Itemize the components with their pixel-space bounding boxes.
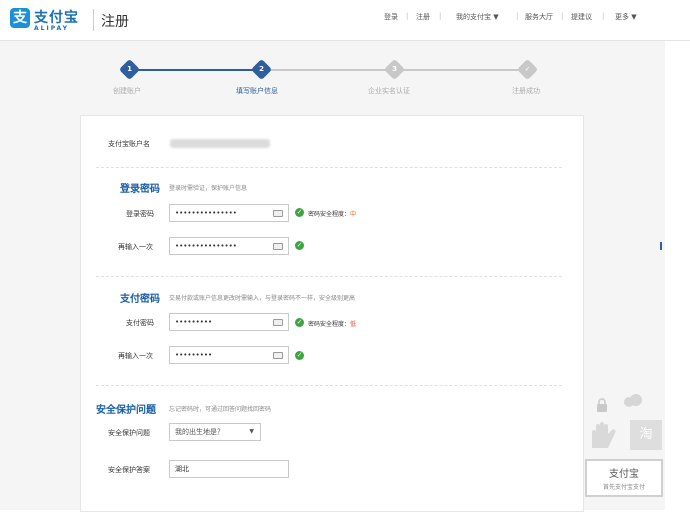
section-divider	[96, 385, 562, 386]
nav-separator: |	[561, 12, 564, 20]
account-name-label: 支付宝账户名	[108, 140, 150, 148]
step-connector	[137, 69, 254, 71]
login-password-label: 登录密码	[126, 210, 154, 218]
nav-login-link[interactable]: 登录	[384, 12, 398, 22]
step-3-label: 企业实名认证	[368, 87, 410, 95]
nav-more-menu[interactable]: 更多 ▼	[615, 12, 637, 22]
strength-text: 密码安全程度：	[308, 321, 351, 328]
pay-password-hint: 交易付款或账户信息更改时需输入，与登录密码不一样，安全级别更高	[169, 295, 356, 302]
pay-password-label: 支付密码	[126, 319, 154, 327]
login-password-title: 登录密码	[120, 184, 160, 195]
check-icon: ✓	[524, 65, 531, 73]
check-icon: ✓	[295, 318, 304, 327]
login-confirm-label: 再输入一次	[118, 243, 153, 251]
pay-password-input[interactable]: •••••••••	[169, 313, 289, 331]
logo-subtext: ALIPAY	[34, 25, 69, 32]
keyboard-icon[interactable]	[273, 352, 283, 359]
cloud-icon	[622, 394, 644, 408]
scroll-marker	[660, 242, 662, 250]
section-divider	[96, 167, 562, 168]
logo-divider	[93, 9, 94, 31]
step-2-label: 填写账户信息	[236, 87, 278, 95]
chevron-down-icon: ▼	[249, 428, 254, 435]
hand-icon	[586, 418, 622, 450]
step-3-number: 3	[392, 65, 397, 73]
strength-text: 密码安全程度：	[308, 211, 351, 218]
account-name-value	[170, 139, 270, 148]
nav-separator: |	[406, 12, 409, 20]
check-icon: ✓	[295, 241, 304, 250]
pay-password-title: 支付密码	[120, 294, 160, 305]
pay-confirm-input[interactable]: •••••••••	[169, 346, 289, 364]
security-question-label: 安全保护问题	[108, 429, 150, 437]
step-2-number: 2	[259, 65, 264, 73]
nav-my-alipay-menu[interactable]: 我的支付宝 ▼	[456, 12, 499, 22]
nav-separator: |	[439, 12, 442, 20]
pay-password-strength: 密码安全程度：低	[308, 319, 356, 328]
strength-level-medium: 中	[350, 211, 357, 218]
security-answer-label: 安全保护答案	[108, 466, 150, 474]
check-icon: ✓	[295, 208, 304, 217]
login-password-hint: 登录时需验证，保护账户信息	[169, 185, 248, 192]
keyboard-icon[interactable]	[273, 210, 283, 217]
keyboard-icon[interactable]	[273, 319, 283, 326]
pay-confirm-label: 再输入一次	[118, 352, 153, 360]
step-connector	[402, 69, 519, 71]
security-question-hint: 忘记密码时，可通过回答问题找回密码	[169, 406, 272, 413]
promo-caption: 首先支付宝支付	[602, 484, 645, 491]
registration-form-card	[80, 115, 584, 512]
nav-separator: |	[516, 12, 519, 20]
strength-level-low: 低	[350, 321, 357, 328]
lock-icon	[597, 398, 607, 412]
keyboard-icon[interactable]	[273, 243, 283, 250]
page-title: 注册	[101, 14, 129, 30]
section-divider	[96, 276, 562, 277]
nav-service-hall-link[interactable]: 服务大厅	[525, 12, 553, 22]
security-answer-input[interactable]: 湖北	[169, 460, 289, 478]
alipay-logo-icon[interactable]: 支	[10, 8, 30, 28]
nav-separator: |	[602, 12, 605, 20]
check-icon: ✓	[295, 351, 304, 360]
step-1-number: 1	[127, 65, 132, 73]
security-question-select[interactable]: 我的出生地是？ ▼	[169, 423, 261, 441]
step-1-label: 创建账户	[113, 87, 141, 95]
taobao-icon: 淘	[630, 420, 662, 450]
logo-text[interactable]: 支付宝	[34, 7, 79, 27]
step-4-label: 注册成功	[512, 87, 540, 95]
nav-register-link[interactable]: 注册	[416, 12, 430, 22]
nav-suggestion-link[interactable]: 提建议	[571, 12, 592, 22]
security-question-title: 安全保护问题	[96, 405, 156, 416]
alipay-promo-box[interactable]: 支付宝 首先支付宝支付	[585, 459, 663, 497]
login-password-input[interactable]: •••••••••••••••	[169, 204, 289, 222]
login-password-strength: 密码安全程度：中	[308, 209, 356, 218]
login-confirm-input[interactable]: •••••••••••••••	[169, 237, 289, 255]
promo-brand: 支付宝	[609, 469, 639, 480]
security-question-value: 我的出生地是？	[175, 428, 224, 436]
step-connector	[270, 69, 386, 71]
